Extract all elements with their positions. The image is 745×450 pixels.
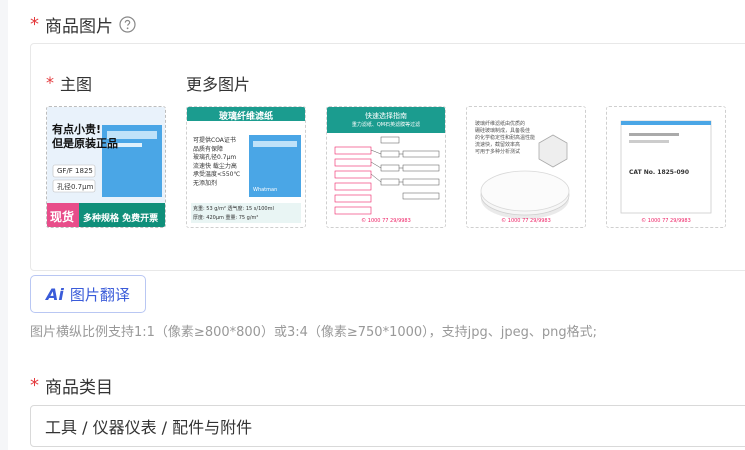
more-image-1-title: 玻璃纤维滤纸 xyxy=(218,112,273,122)
more-image-thumbnail-1[interactable]: 玻璃纤维滤纸 可提供COA证书 品质有保障 玻璃孔径0.7μm 流速快 载尘力高… xyxy=(186,106,306,228)
ai-icon: Ai xyxy=(46,284,64,304)
required-mark: * xyxy=(30,13,39,35)
image-translate-label: 图片翻译 xyxy=(69,285,130,304)
image-translate-button[interactable]: Ai 图片翻译 xyxy=(30,275,146,313)
more-image-2-title: 快速选择指南 xyxy=(365,112,407,120)
more-image-thumbnail-2[interactable]: 快速选择指南 重力滤纸、QM石英滤膜等过滤 © 1000 77 29/9983 xyxy=(326,106,446,228)
more-image-3-lines: 玻璃纤维滤纸由优质的 硼硅玻璃制成，具备极佳 的化学稳定性和耐高温性能 流速快，… xyxy=(475,121,536,155)
question-circle-icon[interactable] xyxy=(119,16,136,33)
main-image-text: 主图 xyxy=(60,75,93,94)
more-image-4-watermark: © 1000 77 29/9983 xyxy=(641,218,691,224)
product-images-title: * 商品图片 xyxy=(30,12,136,37)
main-image-line2: 但是原装正品 xyxy=(52,137,118,150)
required-mark: * xyxy=(30,374,39,396)
category-select[interactable]: 工具 / 仪器仪表 / 配件与附件 xyxy=(30,405,745,447)
category-label: 商品类目 xyxy=(45,378,113,398)
more-image-thumbnail-3[interactable]: 玻璃纤维滤纸由优质的 硼硅玻璃制成，具备极佳 的化学稳定性和耐高温性能 流速快，… xyxy=(466,106,586,228)
category-value: 工具 / 仪器仪表 / 配件与附件 xyxy=(45,418,253,437)
main-image-thumbnail[interactable]: 有点小贵! 但是原装正品 GF/F 1825 孔径0.7μm 现货 多种规格 免… xyxy=(46,106,166,228)
more-image-2-watermark: © 1000 77 29/9983 xyxy=(361,218,411,224)
more-image-1-brand: Whatman xyxy=(253,187,278,193)
image-format-hint: 图片横纵比例支持1:1（像素≥800*800）或3:4（像素≥750*1000）… xyxy=(30,325,598,340)
more-image-1-spec-row2: 厚度: 420μm 重量: 75 g/m² xyxy=(193,215,259,221)
main-image-spec1: GF/F 1825 xyxy=(57,167,93,175)
product-images-label: 商品图片 xyxy=(45,17,113,37)
more-image-thumbnail-4[interactable]: CAT No. 1825-090 © 1000 77 29/9983 xyxy=(606,106,726,228)
more-images-label: 更多图片 xyxy=(186,75,251,94)
left-page-gutter xyxy=(0,0,8,450)
more-image-2-subtitle: 重力滤纸、QM石英滤膜等过滤 xyxy=(351,122,421,128)
main-image-label: * 主图 xyxy=(46,71,92,95)
category-title: * 商品类目 xyxy=(30,373,113,398)
image-upload-panel: * 主图 更多图片 有点小贵! 但是原装正品 GF/F 1825 孔径0.7μm… xyxy=(30,43,745,271)
more-image-4-box-label: CAT No. 1825-090 xyxy=(629,169,689,176)
more-image-1-lines: 可提供COA证书 品质有保障 玻璃孔径0.7μm 流速快 载尘力高 承受温度<5… xyxy=(193,137,241,187)
main-image-spec2: 孔径0.7μm xyxy=(57,183,94,191)
main-image-banner-text: 多种规格 免费开票 xyxy=(83,214,159,224)
more-image-1-spec-row1: 克重: 53 g/m² 透气度: 15 s/100ml xyxy=(193,206,274,212)
main-image-banner-tag: 现货 xyxy=(50,210,75,224)
more-image-3-watermark: © 1000 77 29/9983 xyxy=(501,218,551,224)
required-mark: * xyxy=(46,73,54,92)
